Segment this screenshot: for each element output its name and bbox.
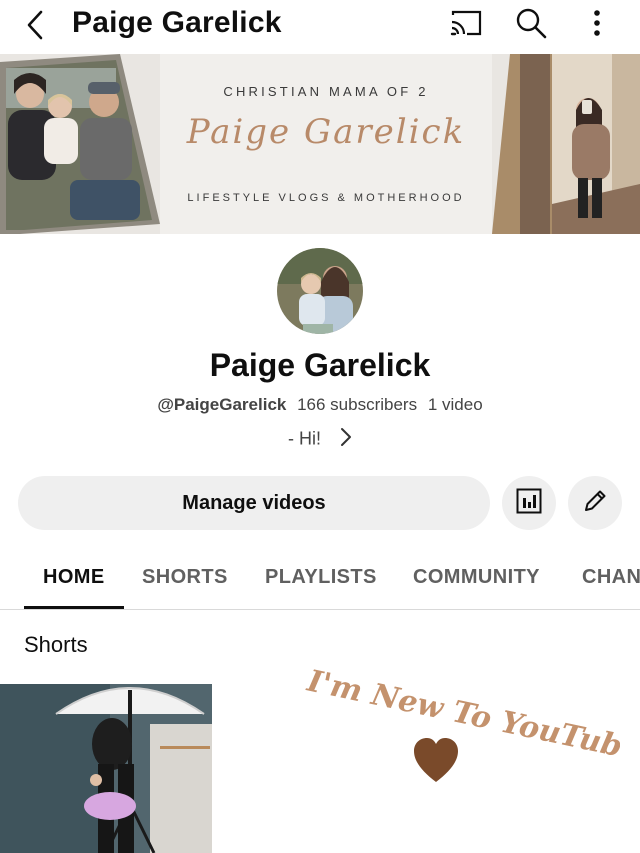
more-vert-icon[interactable]: [586, 8, 608, 45]
channel-banner: CHRISTIAN MAMA OF 2 Paige Garelick LIFES…: [0, 54, 640, 234]
subscriber-count: 166 subscribers: [297, 395, 418, 414]
channel-description[interactable]: - Hi!: [0, 427, 640, 452]
tab-home[interactable]: HOME: [43, 566, 105, 589]
chevron-right-icon: [340, 427, 352, 452]
channel-name: Paige Garelick: [209, 347, 431, 383]
banner-subtitle: LIFESTYLE VLOGS & MOTHERHOOD: [187, 192, 465, 204]
pencil-icon: [581, 487, 609, 520]
video-count: 1 video: [427, 395, 483, 414]
cast-icon[interactable]: [449, 9, 483, 42]
active-tab-indicator: [24, 606, 124, 609]
banner-tagline: CHRISTIAN MAMA OF 2: [223, 84, 429, 99]
tab-playlists[interactable]: PLAYLISTS: [265, 566, 377, 589]
edit-channel-button[interactable]: [568, 476, 622, 530]
channel-avatar[interactable]: [277, 248, 363, 334]
top-app-bar: Paige Garelick: [0, 0, 640, 52]
manage-videos-button[interactable]: Manage videos: [18, 476, 490, 530]
heart-icon: [414, 738, 458, 782]
tab-channels[interactable]: CHANNELS: [582, 566, 640, 589]
new-to-youtube-graphic: I'm New To YouTube: [300, 660, 640, 800]
banner-family-photo: [0, 54, 160, 234]
tab-community[interactable]: COMMUNITY: [413, 566, 540, 589]
channel-description-text: - Hi!: [287, 428, 321, 449]
search-icon[interactable]: [514, 6, 548, 45]
short-thumbnail[interactable]: [0, 684, 212, 853]
tab-shorts[interactable]: SHORTS: [142, 566, 228, 589]
shorts-section-title: Shorts: [24, 632, 88, 657]
analytics-icon: [515, 487, 543, 520]
channel-tabs: HOME SHORTS PLAYLISTS COMMUNITY CHANNELS: [0, 552, 640, 610]
banner-selfie-photo: [492, 54, 640, 234]
promo-text: I'm New To YouTube: [303, 663, 620, 768]
back-arrow-icon[interactable]: [22, 8, 52, 42]
analytics-button[interactable]: [502, 476, 556, 530]
channel-handle: @PaigeGarelick: [157, 395, 287, 414]
banner-script-name: Paige Garelick: [186, 112, 466, 152]
channel-header-title: Paige Garelick: [72, 6, 282, 39]
channel-meta: @PaigeGarelick 166 subscribers 1 video: [0, 395, 640, 415]
